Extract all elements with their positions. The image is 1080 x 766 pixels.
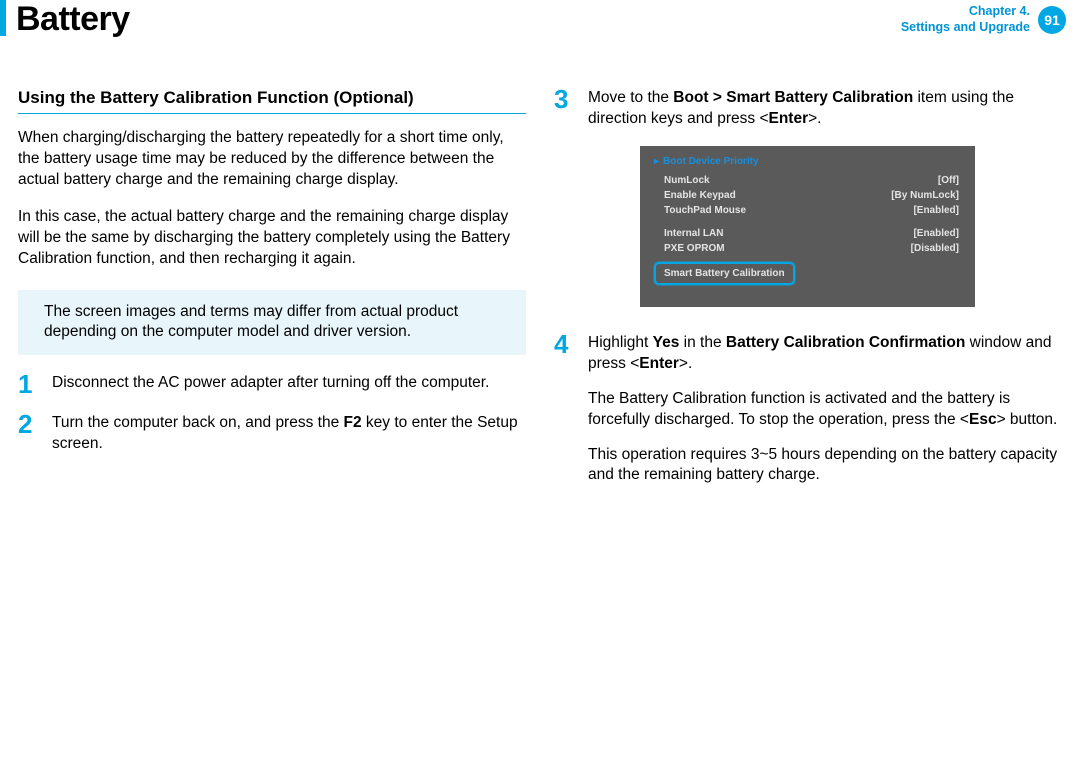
bios-section-header: Boot Device Priority bbox=[640, 146, 975, 173]
left-column: Using the Battery Calibration Function (… bbox=[18, 88, 526, 516]
text-run: Turn the computer back on, and press the bbox=[52, 414, 344, 431]
text-run: Highlight bbox=[588, 334, 653, 351]
note-box: The screen images and terms may differ f… bbox=[18, 290, 526, 356]
step-text: Move to the Boot > Smart Battery Calibra… bbox=[588, 88, 1062, 130]
bios-value: [By NumLock] bbox=[891, 190, 959, 201]
step-number: 4 bbox=[554, 331, 588, 357]
section-heading: Using the Battery Calibration Function (… bbox=[18, 88, 526, 114]
chapter-block: Chapter 4. Settings and Upgrade 91 bbox=[901, 4, 1066, 35]
key-label: Yes bbox=[653, 334, 680, 351]
bios-highlighted-item: Smart Battery Calibration bbox=[654, 262, 795, 285]
bios-row: Enable Keypad [By NumLock] bbox=[640, 188, 975, 203]
bios-key: PXE OPROM bbox=[664, 243, 725, 254]
text-run: The Battery Calibration function is acti… bbox=[588, 390, 1010, 428]
bios-value: [Disabled] bbox=[911, 243, 959, 254]
chapter-subtitle: Settings and Upgrade bbox=[901, 20, 1030, 36]
bios-value: [Off] bbox=[938, 175, 959, 186]
text-run: >. bbox=[679, 355, 692, 372]
step-4: 4 Highlight Yes in the Battery Calibrati… bbox=[554, 333, 1062, 501]
key-label: F2 bbox=[344, 414, 362, 431]
menu-path: Boot > Smart Battery Calibration bbox=[673, 89, 913, 106]
bios-row: Internal LAN [Enabled] bbox=[640, 226, 975, 241]
text-run: Move to the bbox=[588, 89, 673, 106]
text-run: >. bbox=[808, 110, 821, 127]
step-text: Turn the computer back on, and press the… bbox=[52, 413, 526, 455]
step-number: 1 bbox=[18, 371, 52, 397]
step-2: 2 Turn the computer back on, and press t… bbox=[18, 413, 526, 455]
bios-key: Internal LAN bbox=[664, 228, 723, 239]
text-run: This operation requires 3~5 hours depend… bbox=[588, 445, 1062, 487]
intro-paragraph-1: When charging/discharging the battery re… bbox=[18, 128, 526, 191]
bios-key: NumLock bbox=[664, 175, 710, 186]
bios-value: [Enabled] bbox=[913, 205, 959, 216]
step-3: 3 Move to the Boot > Smart Battery Calib… bbox=[554, 88, 1062, 130]
text-run: > button. bbox=[997, 411, 1058, 428]
bios-screenshot: Boot Device Priority NumLock [Off] Enable … bbox=[640, 146, 975, 307]
bios-row: PXE OPROM [Disabled] bbox=[640, 241, 975, 256]
key-label: Enter bbox=[639, 355, 679, 372]
step-number: 2 bbox=[18, 411, 52, 437]
bios-row: TouchPad Mouse [Enabled] bbox=[640, 203, 975, 218]
intro-paragraph-2: In this case, the actual battery charge … bbox=[18, 207, 526, 270]
chapter-label: Chapter 4. bbox=[901, 4, 1030, 20]
text-run: in the bbox=[679, 334, 726, 351]
accent-side-bar bbox=[0, 0, 6, 36]
page-title: Battery bbox=[16, 0, 130, 39]
step-text: Highlight Yes in the Battery Calibration… bbox=[588, 333, 1062, 501]
bios-key: Enable Keypad bbox=[664, 190, 736, 201]
page-number-badge: 91 bbox=[1038, 6, 1066, 34]
step-number: 3 bbox=[554, 86, 588, 112]
key-label: Esc bbox=[969, 411, 997, 428]
bios-row: NumLock [Off] bbox=[640, 173, 975, 188]
bios-key: TouchPad Mouse bbox=[664, 205, 746, 216]
step-1: 1 Disconnect the AC power adapter after … bbox=[18, 373, 526, 397]
step-text: Disconnect the AC power adapter after tu… bbox=[52, 373, 489, 394]
dialog-name: Battery Calibration Confirmation bbox=[726, 334, 965, 351]
key-label: Enter bbox=[769, 110, 809, 127]
right-column: 3 Move to the Boot > Smart Battery Calib… bbox=[554, 88, 1062, 516]
bios-value: [Enabled] bbox=[913, 228, 959, 239]
